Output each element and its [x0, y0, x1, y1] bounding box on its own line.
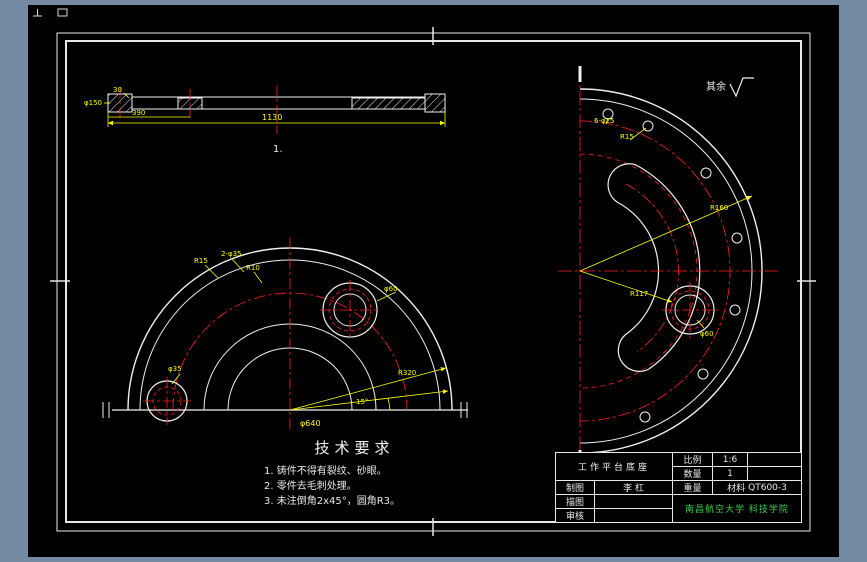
tech-req-item: 3. 未注倒角2x45°，圆角R3。: [264, 496, 401, 507]
dim-label: R15: [620, 133, 634, 141]
dim-label: φ640: [300, 419, 321, 428]
material-value: QT600-3: [748, 482, 787, 493]
dim-label: 6-φ25: [594, 117, 615, 125]
empty-cell: [748, 467, 802, 481]
material-cell: 材料 QT600-3: [713, 481, 802, 495]
empty-cell: [748, 453, 802, 467]
tech-req-title: 技术要求: [314, 439, 395, 457]
weight-label: 重量: [673, 481, 713, 495]
dim-label: 15°: [356, 398, 368, 406]
checker-label: 审核: [556, 509, 595, 523]
dim-label: 2-φ35: [221, 250, 242, 258]
material-label: 材料: [727, 484, 746, 494]
dim-label: R10: [246, 264, 260, 272]
dim-label: 390: [132, 109, 145, 117]
scale-value: 1:6: [713, 453, 748, 467]
dim-label: φ60: [384, 285, 398, 293]
dim-label: R320: [398, 369, 416, 377]
scale-label: 比例: [673, 453, 713, 467]
empty-cell: [595, 509, 673, 523]
dim-label: φ150: [84, 99, 102, 107]
surface-note-text: 其余: [706, 80, 726, 93]
quantity-value: 1: [713, 467, 748, 481]
dim-label: φ35: [168, 365, 182, 373]
organization: 南昌航空大学 科技学院: [673, 495, 802, 523]
empty-cell: [595, 495, 673, 509]
tech-req-item: 2. 零件去毛刺处理。: [264, 481, 357, 492]
cad-workspace: { "title_block": { "part_name": "工作平台底座"…: [0, 0, 867, 562]
drafter-label: 制图: [556, 481, 595, 495]
view-label: 1.: [273, 144, 283, 155]
technical-requirements: 技术要求 1. 铸件不得有裂纹、砂眼。 2. 零件去毛刺处理。 3. 未注倒角2…: [252, 437, 457, 509]
dim-label: 30: [113, 86, 122, 94]
dim-label: R160: [710, 204, 728, 212]
tech-req-item: 1. 铸件不得有裂纹、砂眼。: [264, 466, 387, 477]
dim-label: 1130: [262, 113, 282, 122]
dim-label: R117: [630, 290, 648, 298]
drafter-name: 李 杠: [595, 481, 673, 495]
tracer-label: 描图: [556, 495, 595, 509]
dim-label: φ60: [700, 330, 714, 338]
title-block: 工作平台底座 比例 1:6 数量 1 制图 李 杠 重量 材料 QT600-3 …: [555, 452, 802, 523]
part-name: 工作平台底座: [556, 453, 673, 481]
quantity-label: 数量: [673, 467, 713, 481]
dim-label: R15: [194, 257, 208, 265]
